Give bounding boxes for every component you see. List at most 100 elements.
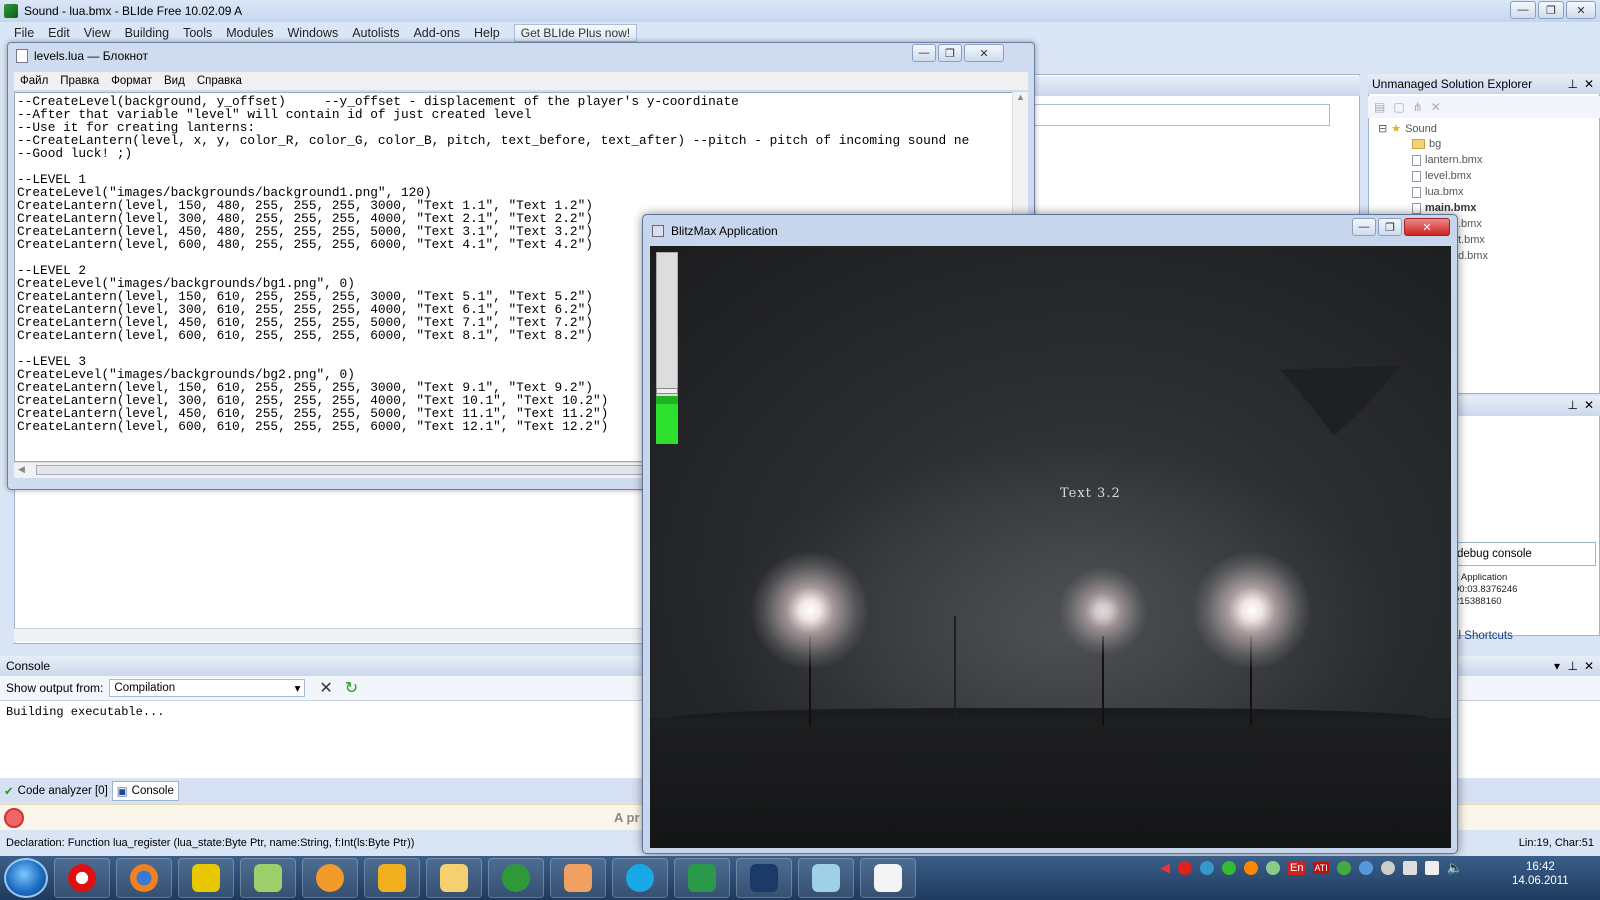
ide-maximize-button[interactable]: ❐ bbox=[1538, 1, 1564, 19]
chat-tray-icon[interactable] bbox=[1222, 861, 1236, 875]
taskbar-notepad[interactable] bbox=[860, 858, 916, 898]
debug-line: x Application bbox=[1454, 572, 1508, 583]
opera-tray-icon[interactable] bbox=[1178, 861, 1192, 875]
taskbar-cube[interactable] bbox=[674, 858, 730, 898]
tree-item[interactable]: lantern.bmx bbox=[1412, 154, 1482, 166]
console-close-icon[interactable]: ✕ bbox=[1584, 659, 1594, 673]
delete-icon[interactable]: ✕ bbox=[1431, 100, 1441, 114]
collapse-icon[interactable]: ⊟ bbox=[1378, 122, 1387, 135]
utorrent-tray-icon[interactable] bbox=[1336, 861, 1351, 875]
network-tray-icon[interactable] bbox=[1200, 861, 1214, 875]
copy-icon[interactable]: ▤ bbox=[1374, 100, 1385, 114]
notepad-minimize-button[interactable]: — bbox=[912, 44, 936, 62]
new-file-icon[interactable]: ▢ bbox=[1393, 100, 1404, 114]
taskbar-explorer[interactable] bbox=[426, 858, 482, 898]
tab-code-analyzer[interactable]: ✔ Code analyzer [0] bbox=[0, 781, 112, 801]
bmx-close-button[interactable]: ✕ bbox=[1404, 218, 1450, 236]
ide-close-button[interactable]: ✕ bbox=[1566, 1, 1596, 19]
menu-edit[interactable]: Edit bbox=[48, 26, 70, 40]
explorer-toolbar: ▤ ▢ ⋔ ✕ bbox=[1368, 96, 1600, 118]
tree-item[interactable]: .bmx bbox=[1458, 218, 1482, 230]
language-indicator[interactable]: En bbox=[1288, 861, 1306, 875]
menu-view[interactable]: View bbox=[84, 26, 111, 40]
get-blide-plus-button[interactable]: Get BLIde Plus now! bbox=[513, 24, 638, 42]
taskbar-anime[interactable] bbox=[550, 858, 606, 898]
status-declaration: Declaration: Function lua_register (lua_… bbox=[6, 837, 415, 849]
panel-close-icon[interactable]: ✕ bbox=[1584, 398, 1594, 412]
lantern-text: Text 3.2 bbox=[1060, 486, 1121, 501]
solution-explorer-title: Unmanaged Solution Explorer ⊥ ✕ bbox=[1368, 74, 1600, 94]
tree-item[interactable]: bg bbox=[1412, 138, 1441, 150]
display-icon[interactable] bbox=[1424, 861, 1439, 875]
blitzmax-app-icon bbox=[652, 225, 664, 237]
taskbar-utorrent[interactable] bbox=[488, 858, 544, 898]
np-menu-file[interactable]: Файл bbox=[20, 75, 48, 87]
taskbar-opera[interactable] bbox=[54, 858, 110, 898]
notepad-icon bbox=[874, 864, 902, 892]
bmx-minimize-button[interactable]: — bbox=[1352, 218, 1376, 236]
update-tray-icon[interactable] bbox=[1244, 861, 1258, 875]
menu-building[interactable]: Building bbox=[125, 26, 169, 40]
output-source-select[interactable]: Compilation ▾ bbox=[109, 679, 306, 697]
pin-icon[interactable]: ⊥ bbox=[1568, 398, 1578, 412]
np-menu-view[interactable]: Вид bbox=[164, 75, 185, 87]
taskbar-batman[interactable] bbox=[178, 858, 234, 898]
flag-icon[interactable] bbox=[1402, 861, 1417, 875]
ati-icon[interactable]: ATI bbox=[1313, 862, 1329, 874]
speaker-icon[interactable]: 🔈 bbox=[1447, 860, 1463, 876]
pin-icon[interactable]: ⊥ bbox=[1568, 77, 1578, 91]
taskbar-photoshop[interactable] bbox=[736, 858, 792, 898]
tree-icon[interactable]: ⋔ bbox=[1413, 100, 1423, 114]
np-menu-help[interactable]: Справка bbox=[197, 75, 242, 87]
taskbar-recycle[interactable] bbox=[240, 858, 296, 898]
game-canvas[interactable]: Text 3.2 bbox=[650, 246, 1451, 848]
winamp-icon bbox=[378, 864, 406, 892]
dropdown-icon[interactable]: ▾ bbox=[1554, 659, 1560, 673]
bmx-maximize-button[interactable]: ❐ bbox=[1378, 218, 1402, 236]
taskbar-notepadpp[interactable] bbox=[798, 858, 854, 898]
menu-autolists[interactable]: Autolists bbox=[352, 26, 399, 40]
taskbar-winamp[interactable] bbox=[364, 858, 420, 898]
scroll-left-icon[interactable]: ◀ bbox=[18, 464, 25, 475]
explorer-close-icon[interactable]: ✕ bbox=[1584, 77, 1594, 91]
check-icon: ✔ bbox=[4, 786, 14, 798]
tree-item[interactable]: d.bmx bbox=[1458, 250, 1488, 262]
tree-item[interactable]: t.bmx bbox=[1458, 234, 1485, 246]
menu-addons[interactable]: Add-ons bbox=[413, 26, 460, 40]
notepad-maximize-button[interactable]: ❐ bbox=[938, 44, 962, 62]
clear-icon[interactable]: ✕ bbox=[319, 678, 332, 698]
tree-item[interactable]: lua.bmx bbox=[1412, 186, 1464, 198]
taskbar-firefox[interactable] bbox=[116, 858, 172, 898]
menu-modules[interactable]: Modules bbox=[226, 26, 273, 40]
np-menu-edit[interactable]: Правка bbox=[60, 75, 99, 87]
volume-muted-icon[interactable]: ◀ bbox=[1160, 860, 1170, 876]
ide-minimize-button[interactable]: — bbox=[1510, 1, 1536, 19]
taskbar-player[interactable] bbox=[302, 858, 358, 898]
tree-root-sound[interactable]: ⊟ ★ Sound bbox=[1378, 122, 1437, 136]
debug-console-button[interactable]: debug console bbox=[1452, 542, 1596, 566]
np-menu-format[interactable]: Формат bbox=[111, 75, 152, 87]
messenger-tray-icon[interactable] bbox=[1266, 861, 1280, 875]
clock[interactable]: 16:42 14.06.2011 bbox=[1512, 860, 1569, 888]
taskbar-skype[interactable] bbox=[612, 858, 668, 898]
power-icon[interactable] bbox=[4, 808, 24, 828]
scroll-up-icon[interactable]: ▲ bbox=[1016, 92, 1025, 102]
tab-console[interactable]: ▣ Console bbox=[111, 781, 179, 801]
pin-icon[interactable]: ⊥ bbox=[1568, 659, 1578, 673]
usb-icon[interactable] bbox=[1380, 861, 1395, 875]
folder-icon bbox=[440, 864, 468, 892]
menu-help[interactable]: Help bbox=[474, 26, 500, 40]
start-button[interactable] bbox=[4, 858, 48, 898]
clock-time: 16:42 bbox=[1525, 861, 1555, 873]
menu-windows[interactable]: Windows bbox=[288, 26, 339, 40]
member-combo[interactable] bbox=[1000, 104, 1330, 126]
menu-file[interactable]: File bbox=[14, 26, 34, 40]
menu-tools[interactable]: Tools bbox=[183, 26, 212, 40]
clock-date: 14.06.2011 bbox=[1512, 875, 1569, 887]
tree-item[interactable]: level.bmx bbox=[1412, 170, 1471, 182]
notepad-close-button[interactable]: ✕ bbox=[964, 44, 1004, 62]
bluetooth-icon[interactable] bbox=[1358, 861, 1373, 875]
notepad-titlebar: levels.lua — Блокнот bbox=[8, 44, 1034, 68]
refresh-icon[interactable]: ↻ bbox=[345, 678, 358, 698]
tree-item[interactable]: main.bmx bbox=[1412, 202, 1476, 214]
